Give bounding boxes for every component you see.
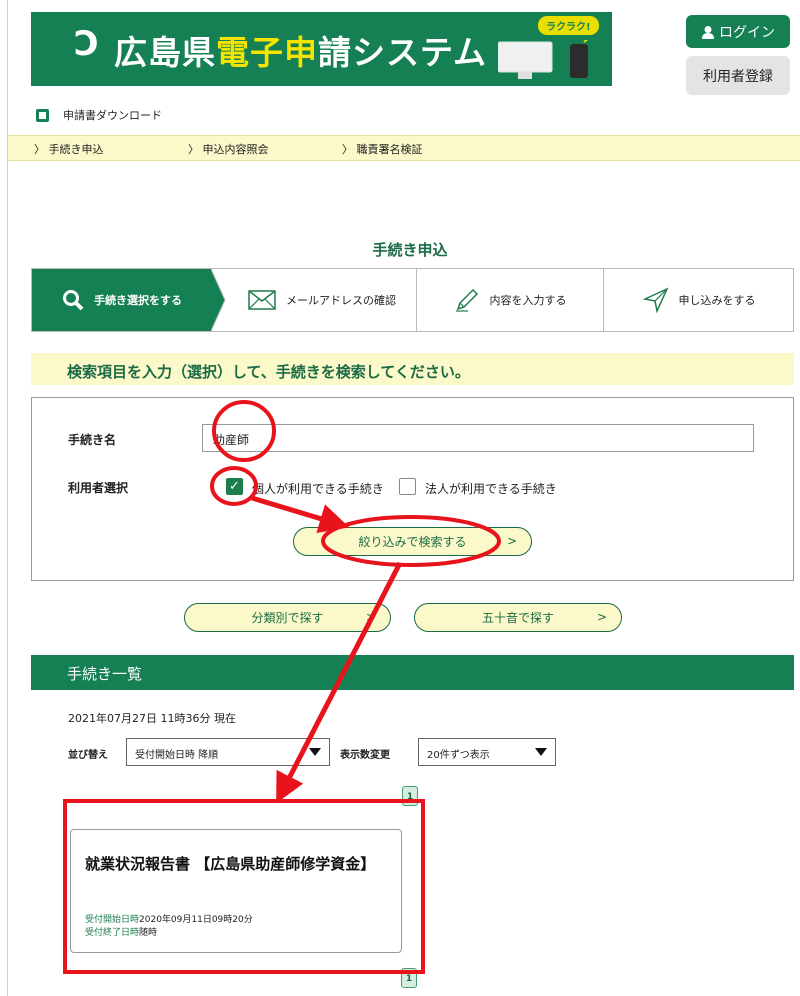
- step-submit: 申し込みをする: [604, 269, 794, 331]
- login-label: ログイン: [719, 24, 775, 41]
- procedure-list-title: 手続き一覧: [67, 665, 143, 683]
- chevron-down-icon: [309, 748, 321, 756]
- procedure-name-label: 手続き名: [68, 433, 117, 447]
- corporate-checkbox[interactable]: [399, 478, 416, 495]
- nav-item-signature[interactable]: 〉 職責署名検証: [342, 141, 423, 157]
- page-title: 手続き申込: [372, 241, 448, 259]
- logo-icon: Ɔ: [74, 24, 99, 64]
- category-search-button[interactable]: 分類別で探す >: [184, 603, 391, 632]
- pencil-icon: [455, 288, 478, 312]
- procedure-list-header: 手続き一覧: [31, 655, 794, 690]
- pagination-top-page[interactable]: 1: [402, 786, 418, 806]
- filter-search-button[interactable]: 絞り込みで検索する >: [293, 527, 532, 556]
- procedure-title[interactable]: 就業状況報告書 【広島県助産師修学資金】: [85, 852, 385, 876]
- step-arrow: [211, 269, 226, 331]
- document-icon: [36, 108, 49, 122]
- chevron-right-icon: >: [596, 610, 607, 624]
- count-label: 表示数変更: [340, 750, 390, 761]
- list-timestamp: 2021年07月27日 11時36分 現在: [68, 712, 236, 725]
- pagination-bottom-page[interactable]: 1: [401, 968, 417, 988]
- start-date: 受付開始日時2020年09月11日09時20分: [85, 915, 253, 925]
- kana-search-button[interactable]: 五十音で探す >: [414, 603, 622, 632]
- instruction-banner: 検索項目を入力（選択）して、手続きを検索してください。: [31, 353, 794, 385]
- user-type-label: 利用者選択: [68, 481, 129, 495]
- nav-bar: 〉 手続き申込 〉 申込内容照会 〉 職責署名検証: [8, 135, 800, 161]
- category-search-label: 分類別で探す: [251, 611, 324, 625]
- count-select[interactable]: 20件ずつ表示: [418, 738, 556, 766]
- individual-option-label[interactable]: 個人が利用できる手続き: [252, 480, 384, 497]
- chevron-right-icon: >: [365, 610, 376, 624]
- instruction-text: 検索項目を入力（選択）して、手続きを検索してください。: [67, 363, 470, 381]
- search-icon: [63, 290, 84, 311]
- step-indicator: 手続き選択をする メールアドレスの確認 内容を入力する 申し込みをする: [31, 268, 794, 332]
- devices-icon: [498, 40, 589, 79]
- filter-search-label: 絞り込みで検索する: [358, 535, 467, 549]
- procedure-name-input[interactable]: 助産師: [202, 424, 754, 452]
- download-link[interactable]: 申請書ダウンロード: [36, 107, 162, 123]
- user-icon: [702, 25, 714, 39]
- kana-search-label: 五十音で探す: [481, 611, 554, 625]
- end-date: 受付終了日時随時: [85, 928, 158, 938]
- step-input: 内容を入力する: [417, 269, 603, 331]
- download-link-label: 申請書ダウンロード: [63, 109, 162, 122]
- individual-checkbox[interactable]: ✓: [226, 478, 243, 495]
- step-select: 手続き選択をする: [32, 269, 212, 331]
- sort-select[interactable]: 受付開始日時 降順: [126, 738, 330, 766]
- site-title: 広島県電子申請システム: [114, 33, 488, 72]
- procedure-card[interactable]: 就業状況報告書 【広島県助産師修学資金】 受付開始日時2020年09月11日09…: [70, 829, 402, 953]
- sort-label: 並び替え: [68, 750, 108, 761]
- envelope-icon: [248, 290, 276, 310]
- chevron-down-icon: [535, 748, 547, 756]
- chevron-right-icon: >: [506, 534, 517, 548]
- nav-item-inquiry[interactable]: 〉 申込内容照会: [188, 141, 269, 157]
- nav-item-apply[interactable]: 〉 手続き申込: [34, 141, 104, 157]
- register-button[interactable]: 利用者登録: [686, 56, 790, 95]
- step-email: メールアドレスの確認: [227, 269, 417, 331]
- login-button[interactable]: ログイン: [686, 15, 790, 48]
- paper-plane-icon: [642, 287, 669, 313]
- rakuraku-badge: ラクラク!: [538, 16, 599, 35]
- corporate-option-label[interactable]: 法人が利用できる手続き: [425, 480, 557, 497]
